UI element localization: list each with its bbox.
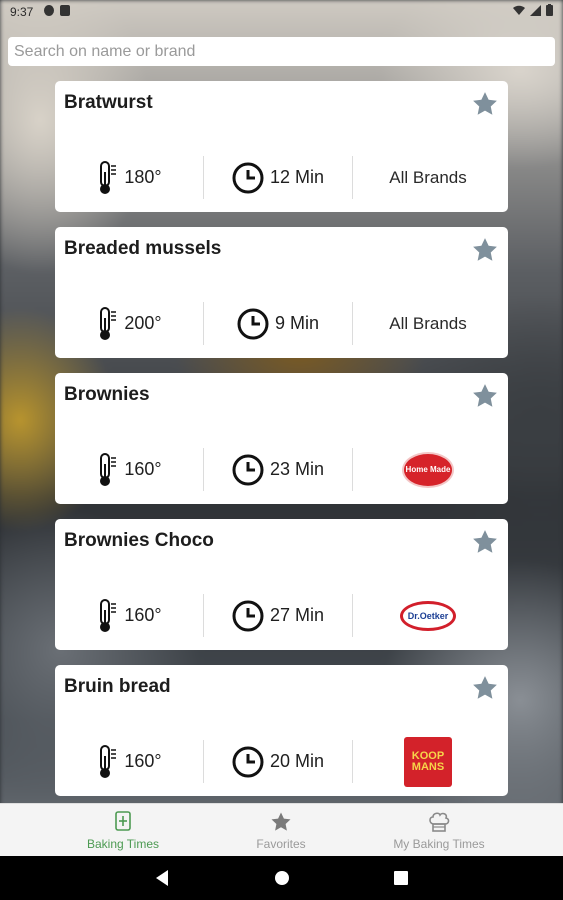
thermometer-icon bbox=[100, 598, 117, 632]
time-stat: 12 Min bbox=[204, 156, 352, 199]
time-stat: 9 Min bbox=[204, 302, 352, 345]
favorite-star-icon[interactable] bbox=[470, 235, 500, 265]
time-value: 20 Min bbox=[269, 751, 325, 771]
chef-hat-icon bbox=[429, 812, 450, 832]
search-bar bbox=[8, 37, 555, 66]
item-card-breaded-mussels[interactable]: Breaded mussels 200° 9 Min All Brands bbox=[55, 227, 508, 358]
time-stat: 27 Min bbox=[204, 594, 352, 637]
tab-label: My Baking Times bbox=[393, 837, 485, 851]
back-icon[interactable] bbox=[154, 869, 170, 887]
time-stat: 20 Min bbox=[204, 740, 352, 783]
thermometer-icon bbox=[100, 160, 117, 194]
clock-icon bbox=[232, 746, 264, 777]
sd-card-icon bbox=[60, 5, 70, 16]
clock-icon bbox=[232, 600, 264, 631]
favorite-star-icon[interactable] bbox=[470, 527, 500, 557]
recents-icon[interactable] bbox=[393, 869, 409, 887]
brand-stat: All Brands bbox=[353, 156, 503, 199]
temperature-stat: 180° bbox=[55, 156, 203, 199]
time-value: 9 Min bbox=[274, 313, 319, 333]
temperature-stat: 160° bbox=[55, 448, 203, 491]
item-card-bruin-bread[interactable]: Bruin bread 160° 20 Min KOOP MANS bbox=[55, 665, 508, 796]
temperature-value: 160° bbox=[124, 459, 162, 479]
brand-stat: All Brands bbox=[353, 302, 503, 345]
status-icons-right bbox=[513, 4, 553, 16]
item-name: Breaded mussels bbox=[64, 238, 222, 259]
temperature-stat: 200° bbox=[55, 302, 203, 345]
item-card-brownies-choco[interactable]: Brownies Choco 160° 27 Min Dr.Oetker bbox=[55, 519, 508, 650]
star-icon bbox=[271, 812, 291, 831]
temperature-stat: 160° bbox=[55, 740, 203, 783]
brand-stat: Dr.Oetker bbox=[353, 594, 503, 637]
droetker-logo: Dr.Oetker bbox=[400, 600, 456, 631]
item-name: Bratwurst bbox=[64, 92, 153, 113]
favorite-star-icon[interactable] bbox=[470, 673, 500, 703]
temperature-value: 160° bbox=[124, 605, 162, 625]
clock-icon bbox=[232, 162, 264, 193]
home-icon[interactable] bbox=[273, 869, 291, 887]
oven-tray-icon bbox=[115, 811, 131, 831]
battery-icon bbox=[546, 4, 553, 16]
item-card-brownies[interactable]: Brownies 160° 23 Min Home Made bbox=[55, 373, 508, 504]
signal-icon bbox=[530, 4, 541, 16]
item-stats: 160° 27 Min Dr.Oetker bbox=[55, 594, 508, 637]
clock-icon bbox=[237, 308, 269, 339]
favorite-star-icon[interactable] bbox=[470, 89, 500, 119]
item-stats: 160° 23 Min Home Made bbox=[55, 448, 508, 491]
wifi-icon bbox=[513, 5, 525, 15]
thermometer-icon bbox=[100, 306, 117, 340]
status-icons-left bbox=[44, 5, 70, 16]
item-name: Bruin bread bbox=[64, 676, 171, 697]
item-name: Brownies Choco bbox=[64, 530, 214, 551]
notification-icon bbox=[44, 5, 54, 16]
temperature-value: 200° bbox=[124, 313, 162, 333]
brand-stat: KOOP MANS bbox=[353, 736, 503, 787]
item-stats: 180° 12 Min All Brands bbox=[55, 156, 508, 199]
temperature-value: 160° bbox=[124, 751, 162, 771]
search-input[interactable] bbox=[12, 41, 551, 62]
brand-stat: Home Made bbox=[353, 448, 503, 491]
temperature-value: 180° bbox=[124, 167, 162, 187]
brand-label: All Brands bbox=[389, 167, 467, 187]
time-value: 12 Min bbox=[269, 167, 325, 187]
thermometer-icon bbox=[100, 744, 117, 778]
time-value: 23 Min bbox=[269, 459, 325, 479]
favorite-star-icon[interactable] bbox=[470, 381, 500, 411]
brand-label: All Brands bbox=[389, 313, 467, 333]
item-card-bratwurst[interactable]: Bratwurst 180° 12 Min All Brands bbox=[55, 81, 508, 212]
time-value: 27 Min bbox=[269, 605, 325, 625]
thermometer-icon bbox=[100, 452, 117, 486]
system-navigation-bar bbox=[0, 856, 563, 900]
homemade-logo: Home Made bbox=[402, 451, 454, 488]
bottom-navigation: Baking Times Favorites My Baking Times bbox=[0, 803, 563, 857]
status-time: 9:37 bbox=[10, 5, 34, 19]
status-bar: 9:37 bbox=[0, 0, 563, 24]
time-stat: 23 Min bbox=[204, 448, 352, 491]
tab-my-baking-times[interactable]: My Baking Times bbox=[345, 804, 533, 857]
item-stats: 160° 20 Min KOOP MANS bbox=[55, 736, 508, 787]
item-name: Brownies bbox=[64, 384, 150, 405]
koopmans-logo: KOOP MANS bbox=[404, 736, 452, 787]
item-stats: 200° 9 Min All Brands bbox=[55, 302, 508, 345]
clock-icon bbox=[232, 454, 264, 485]
temperature-stat: 160° bbox=[55, 594, 203, 637]
